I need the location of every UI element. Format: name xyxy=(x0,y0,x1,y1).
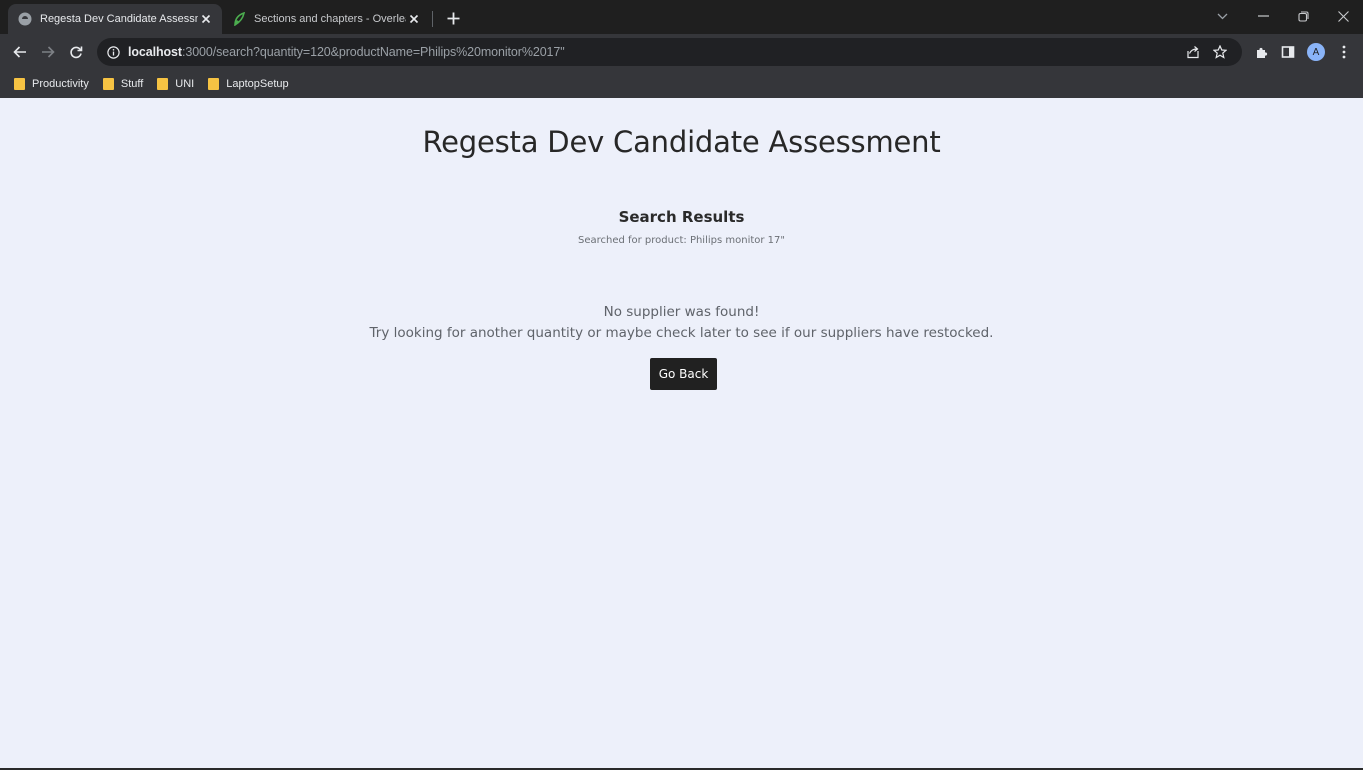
tab-regesta[interactable]: Regesta Dev Candidate Assessm xyxy=(8,4,222,34)
folder-icon xyxy=(14,78,25,90)
back-arrow-icon[interactable] xyxy=(8,40,32,64)
info-icon[interactable] xyxy=(107,45,120,59)
close-icon[interactable] xyxy=(198,11,214,27)
bookmark-star-icon[interactable] xyxy=(1210,42,1230,62)
no-supplier-message: No supplier was found! xyxy=(603,304,760,320)
close-icon[interactable] xyxy=(406,11,422,27)
folder-icon xyxy=(208,78,220,90)
tab-overleaf[interactable]: Sections and chapters - Overleaf xyxy=(224,4,430,34)
folder-icon xyxy=(102,78,114,90)
extensions-puzzle-icon[interactable] xyxy=(1250,40,1274,64)
bookmark-label: LaptopSetup xyxy=(226,78,289,90)
tab-separator xyxy=(432,11,433,27)
reload-icon[interactable] xyxy=(64,40,88,64)
bookmarks-bar: Productivity Stuff UNI LaptopSetup xyxy=(0,70,1363,98)
regesta-app-icon xyxy=(18,12,32,26)
share-icon[interactable] xyxy=(1183,42,1203,62)
browser-toolbar: localhost:3000/search?quantity=120&produ… xyxy=(0,34,1363,70)
tab-search-chevron-icon[interactable] xyxy=(1207,4,1237,28)
forward-arrow-icon[interactable] xyxy=(36,40,60,64)
address-url: localhost:3000/search?quantity=120&produ… xyxy=(128,45,565,59)
folder-icon xyxy=(157,78,169,90)
bookmark-uni[interactable]: UNI xyxy=(157,78,194,90)
avatar: A xyxy=(1307,43,1325,61)
go-back-button[interactable]: Go Back xyxy=(650,358,717,390)
close-window-icon[interactable] xyxy=(1328,4,1358,28)
browser-tab-strip: Regesta Dev Candidate Assessm Sections a… xyxy=(0,0,1363,34)
tab-title: Regesta Dev Candidate Assessm xyxy=(40,13,198,25)
profile-avatar[interactable]: A xyxy=(1304,40,1328,64)
restore-icon[interactable] xyxy=(1288,4,1318,28)
side-panel-icon[interactable] xyxy=(1276,40,1300,64)
bookmark-label: UNI xyxy=(175,78,195,90)
bookmark-productivity[interactable]: Productivity xyxy=(14,78,89,90)
try-again-message: Try looking for another quantity or mayb… xyxy=(369,325,994,341)
bookmark-laptopsetup[interactable]: LaptopSetup xyxy=(208,78,289,90)
minimize-icon[interactable] xyxy=(1248,4,1278,28)
bookmark-label: Productivity xyxy=(32,78,89,90)
kebab-menu-icon[interactable] xyxy=(1332,40,1356,64)
searched-for-text: Searched for product: Philips monitor 17… xyxy=(577,235,786,246)
bookmark-stuff[interactable]: Stuff xyxy=(102,78,144,90)
address-bar[interactable]: localhost:3000/search?quantity=120&produ… xyxy=(97,38,1242,66)
bookmark-label: Stuff xyxy=(120,78,144,90)
address-host: localhost xyxy=(128,45,182,59)
overleaf-leaf-icon xyxy=(232,12,246,26)
address-path: :3000/search?quantity=120&productName=Ph… xyxy=(181,45,565,59)
tab-title: Sections and chapters - Overleaf xyxy=(254,13,406,25)
new-tab-icon[interactable] xyxy=(442,7,464,29)
page-title: Regesta Dev Candidate Assessment xyxy=(422,125,941,159)
search-results-heading: Search Results xyxy=(618,208,745,226)
page-content: Regesta Dev Candidate Assessment Search … xyxy=(0,98,1363,768)
